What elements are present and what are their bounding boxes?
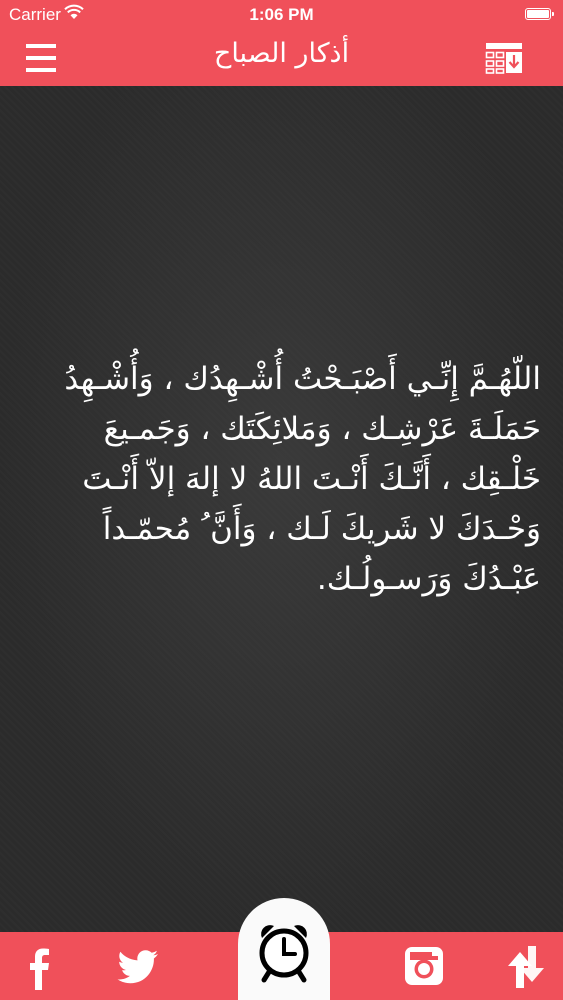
alarm-button[interactable] — [238, 898, 330, 1000]
bottom-toolbar — [0, 898, 563, 1000]
instagram-button[interactable] — [400, 932, 448, 1000]
share-arrows-icon — [508, 946, 544, 988]
battery-icon — [525, 8, 554, 20]
alarm-clock-icon — [259, 925, 309, 983]
share-button[interactable] — [500, 932, 550, 1000]
navigation-bar: أذكار الصباح — [0, 30, 563, 86]
twitter-icon — [117, 950, 158, 984]
content-area: اللّهُـمَّ إِنِّـي أَصْبَـحْتُ أُشْـهِدُ… — [0, 86, 563, 932]
twitter-button[interactable] — [112, 932, 162, 1000]
page-title: أذكار الصباح — [213, 38, 350, 69]
status-time: 1:06 PM — [249, 5, 314, 24]
status-bar: Carrier 1:06 PM — [0, 0, 563, 30]
facebook-icon — [30, 948, 49, 990]
dhikr-text: اللّهُـمَّ إِنِّـي أَصْبَـحْتُ أُشْـهِدُ… — [64, 361, 541, 597]
list-download-icon[interactable] — [485, 42, 523, 74]
facebook-button[interactable] — [18, 932, 62, 1000]
instagram-icon — [405, 947, 443, 985]
